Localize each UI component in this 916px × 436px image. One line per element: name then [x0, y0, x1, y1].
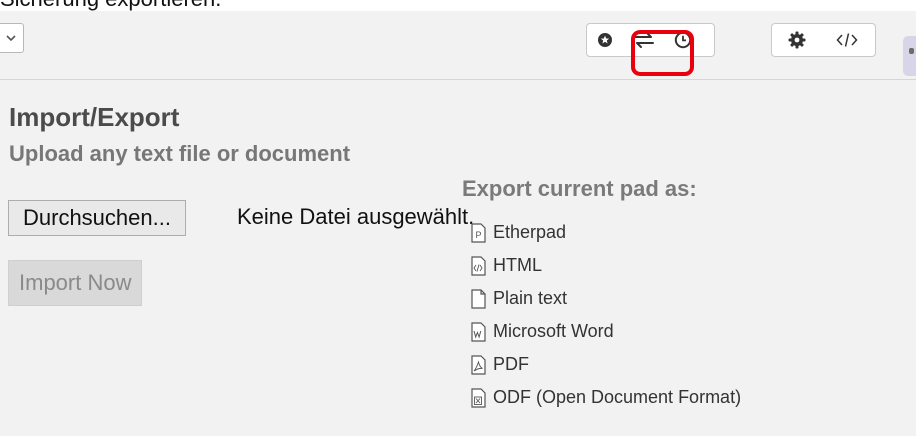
import-export-panel: Import/Export Upload any text file or do…: [0, 80, 916, 436]
word-file-icon: [471, 321, 486, 342]
export-pdf-label: PDF: [493, 354, 529, 374]
highlight-box: [631, 30, 694, 76]
avatar[interactable]: [903, 36, 916, 76]
export-etherpad-link[interactable]: P Etherpad: [469, 216, 741, 249]
settings-button[interactable]: [772, 24, 822, 56]
toolbar: [0, 11, 916, 80]
export-plaintext-label: Plain text: [493, 288, 568, 308]
export-word-link[interactable]: Microsoft Word: [469, 315, 741, 348]
export-heading: Export current pad as:: [462, 176, 697, 201]
export-html-label: HTML: [493, 255, 542, 275]
export-list: P Etherpad HTML Plain text Microsoft Wor…: [469, 216, 741, 414]
etherpad-file-icon: P: [471, 222, 486, 243]
svg-text:P: P: [475, 230, 481, 240]
caption-strip: Sicherung exportieren.: [0, 0, 916, 11]
import-now-button[interactable]: Import Now: [8, 260, 143, 306]
browse-button[interactable]: Durchsuchen...: [8, 200, 186, 236]
panel-subtitle: Upload any text file or document: [9, 141, 351, 166]
select-dropdown[interactable]: [0, 23, 24, 53]
embed-button[interactable]: [822, 24, 872, 56]
html-file-icon: [471, 255, 486, 276]
export-word-label: Microsoft Word: [493, 321, 614, 341]
gear-icon: [788, 31, 806, 49]
caption-text: Sicherung exportieren.: [0, 0, 221, 11]
chevron-down-icon[interactable]: [0, 27, 22, 49]
odf-file-icon: [471, 387, 486, 408]
export-odf-label: ODF (Open Document Format): [493, 387, 742, 407]
settings-group: [771, 23, 876, 57]
export-plaintext-link[interactable]: Plain text: [469, 282, 741, 315]
star-icon: [598, 33, 612, 47]
panel-title: Import/Export: [9, 102, 180, 132]
text-file-icon: [471, 288, 486, 309]
file-status-label: Keine Datei ausgewählt.: [237, 204, 475, 229]
star-button[interactable]: [587, 24, 623, 56]
export-html-link[interactable]: HTML: [469, 249, 741, 282]
code-icon: [836, 33, 858, 47]
pdf-file-icon: [471, 354, 486, 375]
export-etherpad-label: Etherpad: [493, 222, 567, 242]
export-odf-link[interactable]: ODF (Open Document Format): [469, 381, 741, 414]
export-pdf-link[interactable]: PDF: [469, 348, 741, 381]
